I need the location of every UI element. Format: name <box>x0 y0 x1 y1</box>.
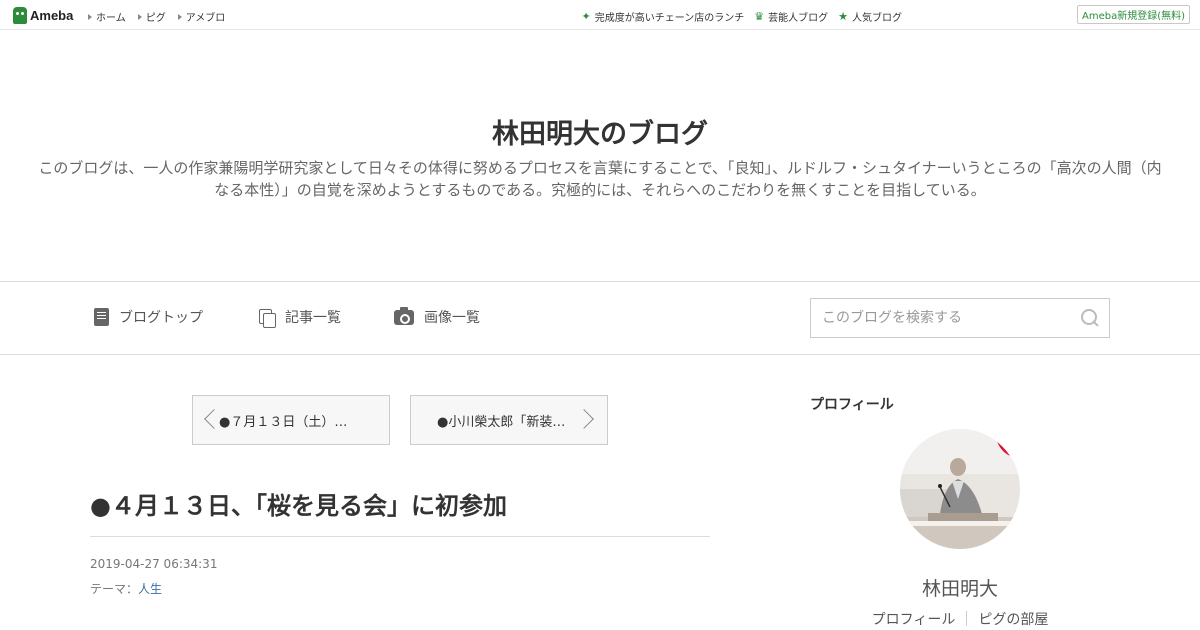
blog-nav: ブログトップ 記事一覧 画像一覧 <box>0 281 1200 355</box>
next-entry-label: ●小川榮太郎「新装… <box>437 414 566 430</box>
avatar-image <box>900 429 1020 549</box>
search-icon[interactable] <box>1081 309 1099 327</box>
profile-links: プロフィール ピグの部屋 <box>810 609 1110 629</box>
divider <box>90 536 710 537</box>
sparkle-icon: ✦ <box>581 10 591 23</box>
blog-title[interactable]: 林田明大のブログ <box>0 112 1200 151</box>
nav-link-label: ホーム <box>96 13 126 24</box>
chevron-right-icon <box>574 409 594 429</box>
signup-button[interactable]: Ameba新規登録(無料) <box>1077 5 1190 24</box>
ameba-logo[interactable]: Ameba <box>13 6 73 24</box>
search-input[interactable] <box>811 299 1081 337</box>
article-theme: テーマ：人生 <box>90 580 162 597</box>
profile-avatar[interactable] <box>900 429 1020 549</box>
star-icon: ★ <box>838 10 848 23</box>
camera-icon <box>394 306 414 325</box>
global-nav: ホーム ピグ アメブロ <box>88 9 225 24</box>
nav-link-home[interactable]: ホーム <box>88 9 126 24</box>
prev-entry-button[interactable]: ●７月１３日（土）… <box>192 395 390 445</box>
article-date: 2019-04-27 06:34:31 <box>90 557 218 571</box>
article-title[interactable]: ●４月１３日、「桜を見る会」に初参加 <box>90 486 710 521</box>
profile-heading: プロフィール <box>810 397 894 413</box>
logo-text: Ameba <box>30 7 74 23</box>
featured-link-label: 完成度が高いチェーン店のランチ <box>594 13 745 24</box>
profile-name[interactable]: 林田明大 <box>810 574 1110 601</box>
nav-item-label: 画像一覧 <box>424 310 480 326</box>
document-icon <box>94 308 109 326</box>
nav-item-label: ブログトップ <box>119 310 203 326</box>
blog-search <box>810 298 1110 338</box>
nav-link-label: ピグ <box>145 13 166 24</box>
nav-blog-top[interactable]: ブログトップ <box>94 307 203 327</box>
nav-entry-list[interactable]: 記事一覧 <box>259 307 341 328</box>
theme-link[interactable]: 人生 <box>138 582 162 596</box>
crown-icon: ♛ <box>754 10 765 23</box>
next-entry-button[interactable]: ●小川榮太郎「新装… <box>410 395 608 445</box>
featured-link-celebrity-blog[interactable]: ♛ 芸能人ブログ <box>754 9 828 24</box>
theme-prefix: テーマ： <box>90 582 139 596</box>
triangle-right-icon <box>137 13 142 20</box>
pigg-room-link[interactable]: ピグの部屋 <box>967 609 1059 629</box>
featured-link-lunch[interactable]: ✦ 完成度が高いチェーン店のランチ <box>582 9 745 24</box>
blog-description: このブログは、一人の作家兼陽明学研究家として日々その体得に努めるプロセスを言葉に… <box>38 159 1162 199</box>
nav-image-list[interactable]: 画像一覧 <box>394 306 480 327</box>
prev-entry-label: ●７月１３日（土）… <box>219 414 348 430</box>
nav-link-label: アメブロ <box>185 13 226 24</box>
triangle-right-icon <box>88 13 92 20</box>
featured-link-popular-blog[interactable]: ★ 人気ブログ <box>838 9 902 24</box>
copy-icon <box>259 308 276 328</box>
featured-link-label: 人気ブログ <box>852 13 902 24</box>
ameba-logo-icon <box>13 6 27 24</box>
profile-link[interactable]: プロフィール <box>861 609 967 629</box>
nav-link-ameblo[interactable]: アメブロ <box>177 9 226 24</box>
nav-item-label: 記事一覧 <box>285 310 341 326</box>
featured-links: ✦ 完成度が高いチェーン店のランチ ♛ 芸能人ブログ ★ 人気ブログ <box>582 9 902 24</box>
featured-link-label: 芸能人ブログ <box>768 13 829 24</box>
nav-link-pigg[interactable]: ピグ <box>137 9 166 24</box>
triangle-right-icon <box>177 13 182 20</box>
global-header: Ameba ホーム ピグ アメブロ ✦ 完成度が高いチェーン店のランチ ♛ 芸能人ブ… <box>0 0 1200 30</box>
